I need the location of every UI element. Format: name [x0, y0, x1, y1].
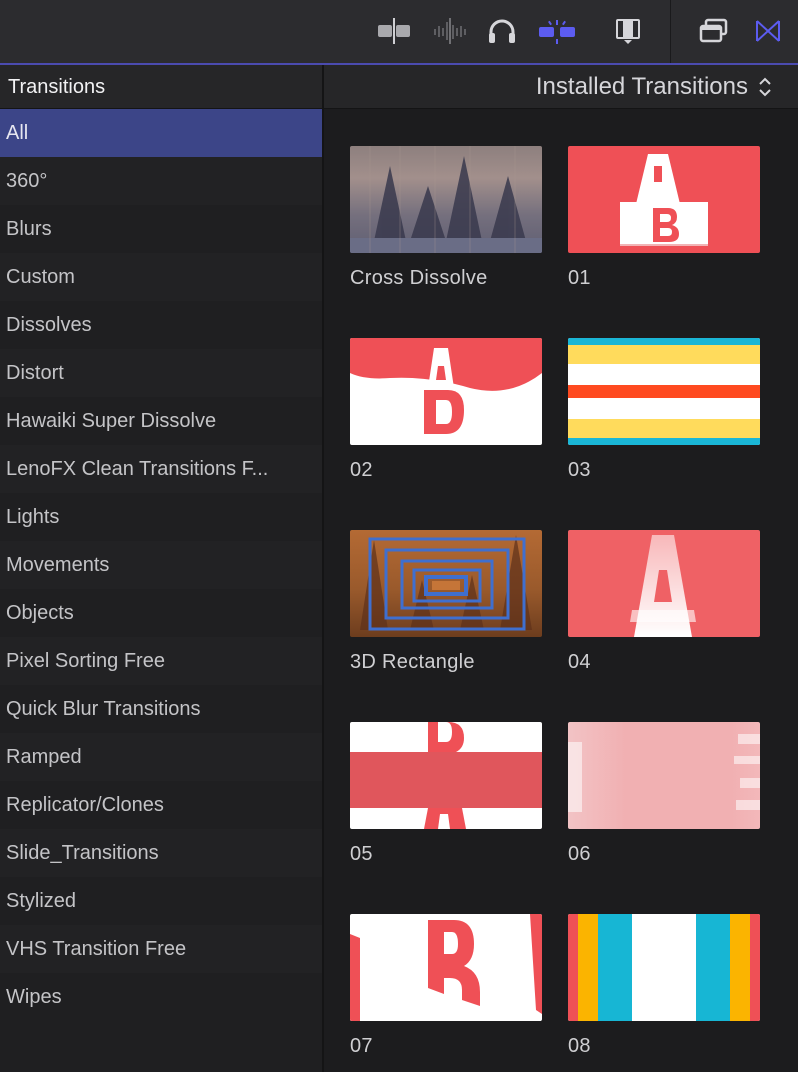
snapping-icon — [539, 20, 575, 44]
transition-08-thumbnail — [568, 914, 760, 1021]
audio-skimming-icon — [434, 18, 466, 44]
tile-label: 01 — [568, 267, 591, 289]
cross-dissolve-thumbnail — [350, 146, 542, 253]
solo-audio-button[interactable] — [482, 12, 522, 50]
tile-label: 06 — [568, 843, 591, 865]
sidebar-item-quick-blur-transitions[interactable]: Quick Blur Transitions — [0, 685, 322, 733]
sidebar-item-movements[interactable]: Movements — [0, 541, 322, 589]
video-browser-button[interactable] — [608, 12, 648, 50]
transition-01-thumbnail — [568, 146, 760, 253]
sidebar-item-pixel-sorting-free[interactable]: Pixel Sorting Free — [0, 637, 322, 685]
tile-label: 03 — [568, 459, 591, 481]
3d-rectangle-thumbnail — [350, 530, 542, 637]
tile-3d-rectangle[interactable]: 3D Rectangle — [350, 530, 542, 674]
sidebar-item-custom[interactable]: Custom — [0, 253, 322, 301]
sidebar: Transitions All 360° Blurs Custom Dissolves D… — [0, 65, 324, 1072]
tile-label: 02 — [350, 459, 373, 481]
sidebar-item-replicator-clones[interactable]: Replicator/Clones — [0, 781, 322, 829]
sidebar-item-vhs-transition-free[interactable]: VHS Transition Free — [0, 925, 322, 973]
transition-04-thumbnail — [568, 530, 760, 637]
transition-06-thumbnail — [568, 722, 760, 829]
sidebar-item-stylized[interactable]: Stylized — [0, 877, 322, 925]
window-layout-button[interactable] — [694, 12, 734, 50]
toolbar — [0, 0, 798, 65]
tile-07[interactable]: 07 — [350, 914, 542, 1058]
video-browser-icon — [616, 19, 640, 44]
snapping-button[interactable] — [534, 12, 580, 50]
tile-03[interactable]: 03 — [568, 338, 760, 482]
installed-transitions-dropdown[interactable]: Installed Transitions — [536, 73, 748, 101]
tile-08[interactable]: 08 — [568, 914, 760, 1058]
tile-label: 3D Rectangle — [350, 651, 475, 673]
sidebar-item-wipes[interactable]: Wipes — [0, 973, 322, 1021]
window-layout-icon — [699, 18, 728, 43]
sidebar-item-360[interactable]: 360° — [0, 157, 322, 205]
tile-01[interactable]: 01 — [568, 146, 760, 290]
transition-07-thumbnail — [350, 914, 542, 1021]
toolbar-divider — [670, 0, 671, 63]
sidebar-item-all[interactable]: All — [0, 109, 322, 157]
main-header: Installed Transitions — [324, 65, 798, 109]
chevron-updown-icon[interactable] — [758, 76, 772, 98]
clip-skimming-button[interactable] — [372, 12, 416, 50]
tile-04[interactable]: 04 — [568, 530, 760, 674]
sidebar-item-objects[interactable]: Objects — [0, 589, 322, 637]
transition-05-thumbnail — [350, 722, 542, 829]
tile-label: 04 — [568, 651, 591, 673]
tile-label: Cross Dissolve — [350, 267, 488, 289]
sidebar-item-lenofx-clean-transitions-f[interactable]: LenoFX Clean Transitions F... — [0, 445, 322, 493]
sidebar-title: Transitions — [0, 65, 322, 109]
tile-label: 05 — [350, 843, 373, 865]
transitions-browser-icon — [756, 20, 780, 42]
tile-label: 07 — [350, 1035, 373, 1057]
audio-skimming-button[interactable] — [428, 12, 472, 50]
transitions-browser-button[interactable] — [750, 12, 786, 50]
headphones-solo-icon — [489, 19, 515, 43]
sidebar-item-dissolves[interactable]: Dissolves — [0, 301, 322, 349]
tile-02[interactable]: 02 — [350, 338, 542, 482]
tile-cross-dissolve[interactable]: Cross Dissolve — [350, 146, 542, 290]
tile-label: 08 — [568, 1035, 591, 1057]
sidebar-item-ramped[interactable]: Ramped — [0, 733, 322, 781]
clip-skimming-icon — [378, 18, 410, 44]
transition-03-thumbnail — [568, 338, 760, 445]
sidebar-list: All 360° Blurs Custom Dissolves Distort Hawaik… — [0, 109, 322, 1021]
sidebar-item-hawaiki-super-dissolve[interactable]: Hawaiki Super Dissolve — [0, 397, 322, 445]
transitions-browser: Installed Transitions Cross Dissolve 01 … — [324, 65, 798, 1072]
tile-06[interactable]: 06 — [568, 722, 760, 866]
sidebar-item-blurs[interactable]: Blurs — [0, 205, 322, 253]
sidebar-item-lights[interactable]: Lights — [0, 493, 322, 541]
sidebar-item-distort[interactable]: Distort — [0, 349, 322, 397]
transition-02-thumbnail — [350, 338, 542, 445]
tile-05[interactable]: 05 — [350, 722, 542, 866]
sidebar-item-slide-transitions[interactable]: Slide_Transitions — [0, 829, 322, 877]
